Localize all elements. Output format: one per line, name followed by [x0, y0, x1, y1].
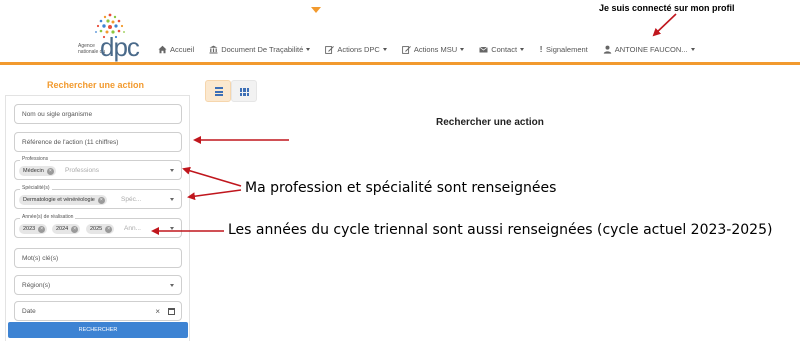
chip-2025[interactable]: 2025 × [86, 224, 115, 234]
search-button[interactable]: RECHERCHER [8, 322, 188, 338]
reference-input[interactable]: Référence de l'action (11 chiffres) [14, 132, 182, 152]
main-title: Rechercher une action [436, 117, 544, 128]
chip-label: 2024 [56, 226, 69, 232]
exclamation-icon: ! [539, 44, 543, 54]
keywords-placeholder: Mot(s) clé(s) [22, 255, 59, 262]
arrow-specialites [187, 189, 242, 201]
nav-signalement-label: Signalement [546, 44, 588, 54]
chevron-down-icon [460, 47, 465, 51]
region-select[interactable]: Région(s) [14, 275, 182, 295]
list-icon [215, 87, 223, 98]
chevron-down-icon [306, 47, 311, 51]
nav-signalement[interactable]: ! Signalement [539, 45, 588, 54]
annees-placeholder: Ann... [124, 225, 141, 232]
close-icon[interactable]: × [71, 225, 79, 233]
specialites-placeholder: Spéc... [121, 196, 142, 203]
chip-2024[interactable]: 2024 × [52, 224, 81, 234]
chip-label: Dermatologie et vénéréologie [23, 197, 95, 203]
calendar-icon[interactable] [168, 308, 175, 315]
organisme-placeholder: Nom ou sigle organisme [22, 111, 93, 118]
arrow-professions [182, 166, 242, 187]
nav-document-tracabilite[interactable]: Document De Traçabilité [209, 44, 311, 54]
nav-accueil-label: Accueil [170, 44, 195, 54]
annotation-profile: Je suis connecté sur mon profil [599, 3, 735, 13]
chip-label: Médecin [23, 168, 44, 174]
nav-user-label: ANTOINE FAUCON... [614, 44, 688, 54]
grid-view-toggle[interactable] [231, 80, 257, 102]
search-panel-title: Rechercher une action [47, 80, 145, 90]
nav-contact[interactable]: Contact [479, 44, 525, 54]
page: Agence nationale du dpc Accueil Document… [0, 0, 800, 341]
chip-label: 2023 [23, 226, 36, 232]
user-icon [603, 45, 612, 54]
close-icon[interactable]: × [46, 167, 54, 175]
grid-icon [240, 88, 249, 96]
nav-document-label: Document De Traçabilité [221, 44, 304, 54]
specialites-select[interactable]: Spécialité(s) Dermatologie et vénéréolog… [14, 185, 182, 209]
agence-dpc-logo[interactable]: Agence nationale du dpc [78, 12, 140, 62]
top-caret-icon[interactable] [311, 7, 321, 13]
chevron-down-icon[interactable] [170, 284, 174, 287]
reference-placeholder: Référence de l'action (11 chiffres) [22, 139, 119, 146]
nav-contact-label: Contact [491, 44, 518, 54]
date-placeholder: Date [22, 308, 36, 315]
chevron-down-icon [520, 47, 525, 51]
close-icon[interactable]: × [97, 196, 105, 204]
specialites-label: Spécialité(s) [20, 185, 52, 191]
edit-icon [325, 45, 335, 54]
close-icon[interactable]: × [105, 225, 113, 233]
annees-select[interactable]: Année(s) de réalisation 2023 × 2024 × 20… [14, 214, 182, 238]
nav-accueil[interactable]: Accueil [158, 45, 194, 54]
chip-2023[interactable]: 2023 × [19, 224, 48, 234]
region-placeholder: Région(s) [22, 282, 51, 289]
logo-wordmark: dpc [100, 32, 140, 62]
annotation-profession: Ma profession et spécialité sont renseig… [245, 180, 557, 196]
annotation-years: Les années du cycle triennal sont aussi … [228, 222, 773, 238]
professions-select[interactable]: Professions Médecin × Professions [14, 156, 182, 180]
home-icon [158, 45, 167, 54]
chevron-down-icon [690, 47, 695, 51]
bank-icon [209, 45, 218, 54]
clear-icon[interactable]: × [155, 307, 160, 316]
list-view-toggle[interactable] [205, 80, 231, 102]
nav-actions-dpc[interactable]: Actions DPC [325, 45, 387, 54]
date-input[interactable]: Date × [14, 301, 182, 321]
chevron-down-icon[interactable] [170, 169, 174, 172]
chevron-down-icon[interactable] [170, 227, 174, 230]
chip-dermatologie[interactable]: Dermatologie et vénéréologie × [19, 195, 107, 205]
professions-placeholder: Professions [65, 167, 99, 174]
organisme-input[interactable]: Nom ou sigle organisme [14, 104, 182, 124]
nav-actions-msu-label: Actions MSU [413, 44, 458, 54]
chip-medecin[interactable]: Médecin × [19, 166, 56, 176]
edit-icon [401, 45, 411, 54]
nav-user-profile[interactable]: ANTOINE FAUCON... [603, 45, 695, 54]
nav-actions-msu[interactable]: Actions MSU [401, 44, 465, 54]
keywords-input[interactable]: Mot(s) clé(s) [14, 248, 182, 268]
main-nav: Accueil Document De Traçabilité Actions … [158, 42, 710, 56]
close-icon[interactable]: × [38, 225, 46, 233]
envelope-icon [479, 45, 488, 54]
nav-actions-dpc-label: Actions DPC [337, 44, 380, 54]
annees-label: Année(s) de réalisation [20, 214, 76, 220]
chevron-down-icon[interactable] [170, 198, 174, 201]
chevron-down-icon [382, 47, 387, 51]
chip-label: 2025 [90, 226, 103, 232]
search-panel: Nom ou sigle organisme Référence de l'ac… [5, 95, 190, 341]
professions-label: Professions [20, 156, 51, 162]
